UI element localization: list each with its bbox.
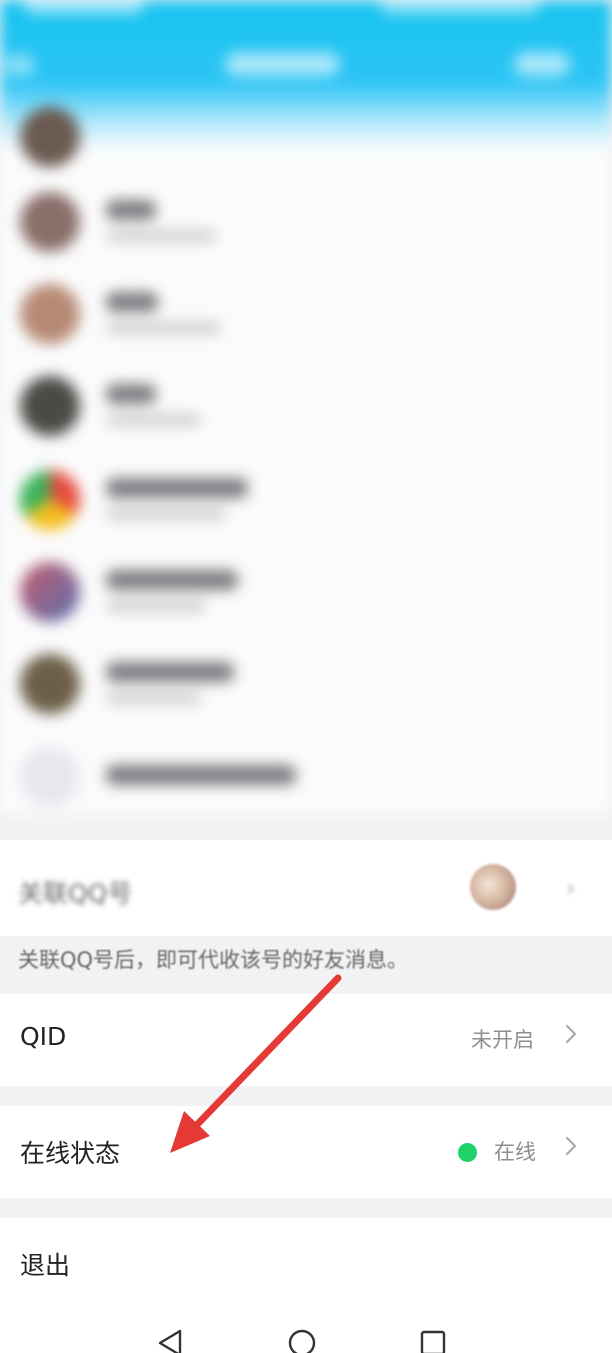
- contact-name: [106, 662, 234, 682]
- associate-qq-hint: 关联QQ号后，即可代收该号的好友消息。: [18, 948, 409, 972]
- online-status-row[interactable]: 在线状态 在线: [0, 1106, 612, 1198]
- header-left-icon: [4, 54, 34, 76]
- list-item: [0, 550, 612, 640]
- online-status-value: 在线: [494, 1140, 536, 1164]
- associate-qq-label: 关联QQ号: [18, 879, 133, 908]
- logout-label: 退出: [20, 1251, 71, 1280]
- avatar: [20, 654, 80, 714]
- chevron-right-icon: [564, 1023, 578, 1045]
- avatar: [20, 284, 80, 344]
- contact-name: [106, 478, 248, 498]
- contact-subtitle: [106, 230, 216, 242]
- chevron-right-icon: ›: [566, 874, 576, 902]
- list-item: [0, 642, 612, 732]
- avatar: [20, 107, 80, 167]
- list-item: [0, 735, 612, 825]
- contact-subtitle: [106, 692, 201, 704]
- home-icon[interactable]: [287, 1328, 317, 1353]
- header-title: [225, 52, 340, 76]
- chevron-right-icon: [564, 1135, 578, 1157]
- contact-subtitle: [106, 414, 201, 426]
- contact-name: [106, 292, 158, 312]
- list-item: [0, 272, 612, 362]
- recent-apps-icon[interactable]: [418, 1328, 448, 1353]
- qid-label: QID: [20, 1022, 67, 1051]
- avatar: [20, 376, 80, 436]
- back-icon[interactable]: [155, 1328, 185, 1353]
- list-item: [0, 364, 612, 454]
- blurred-background: [0, 0, 612, 830]
- contact-name: [106, 570, 238, 590]
- list-item: [0, 180, 612, 270]
- avatar: [20, 747, 80, 807]
- contact-subtitle: [106, 600, 206, 612]
- divider: [0, 815, 612, 830]
- contact-name: [106, 200, 156, 220]
- navigation-bar: [0, 1310, 612, 1353]
- avatar: [20, 562, 80, 622]
- avatar: [20, 192, 80, 252]
- contact-name: [106, 384, 156, 404]
- contact-subtitle: [106, 322, 221, 334]
- list-item: [0, 95, 612, 185]
- header-right-action: [514, 52, 570, 76]
- avatar: [20, 470, 80, 530]
- associate-qq-row[interactable]: 关联QQ号 ›: [0, 840, 612, 936]
- logout-row[interactable]: 退出: [0, 1218, 612, 1310]
- online-dot-icon: [458, 1143, 477, 1162]
- online-status-label: 在线状态: [20, 1139, 121, 1168]
- status-bar-right: [380, 0, 540, 14]
- qid-value: 未开启: [471, 1028, 534, 1052]
- contact-name: [106, 765, 296, 785]
- avatar: [470, 864, 516, 910]
- contact-subtitle: [106, 508, 226, 520]
- list-item: [0, 458, 612, 548]
- qid-row[interactable]: QID 未开启: [0, 994, 612, 1086]
- status-bar-left: [24, 0, 144, 14]
